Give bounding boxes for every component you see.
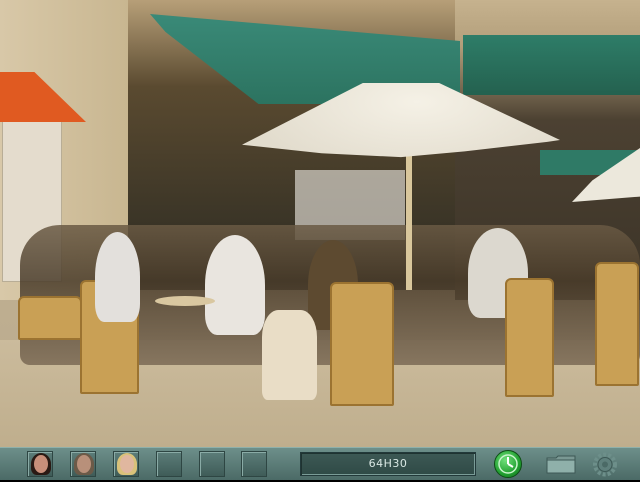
wicker-chair [505, 278, 554, 397]
inventory-slot-empty[interactable] [156, 451, 182, 477]
portrait-face [77, 455, 91, 473]
inventory-slot-empty[interactable] [199, 451, 225, 477]
folder-shape [546, 455, 576, 474]
green-clock-icon[interactable] [494, 450, 522, 478]
clock-hands [498, 454, 518, 474]
wicker-chair [18, 296, 82, 340]
patron-long-hair[interactable] [205, 235, 265, 335]
gear-shape [593, 452, 617, 477]
patron-skirt[interactable] [262, 310, 317, 400]
blonde-woman-portrait-icon[interactable] [113, 451, 139, 477]
portrait-face [120, 455, 134, 473]
game-scene-cafe-terrace[interactable] [0, 0, 640, 447]
cafe-table [155, 296, 215, 306]
patron-white-shirt[interactable] [95, 232, 140, 322]
man-portrait-icon[interactable] [70, 451, 96, 477]
wicker-chair [330, 282, 394, 406]
inventory-toolbar: 64H30 [0, 447, 640, 480]
folder-icon[interactable] [545, 453, 577, 475]
gear-icon[interactable] [590, 451, 620, 478]
wicker-chair [595, 262, 639, 386]
time-remaining-display: 64H30 [300, 452, 476, 476]
inventory-slot-empty[interactable] [241, 451, 267, 477]
green-awning-right [463, 35, 640, 95]
portrait-face [34, 455, 48, 473]
woman-dark-hair-portrait-icon[interactable] [27, 451, 53, 477]
